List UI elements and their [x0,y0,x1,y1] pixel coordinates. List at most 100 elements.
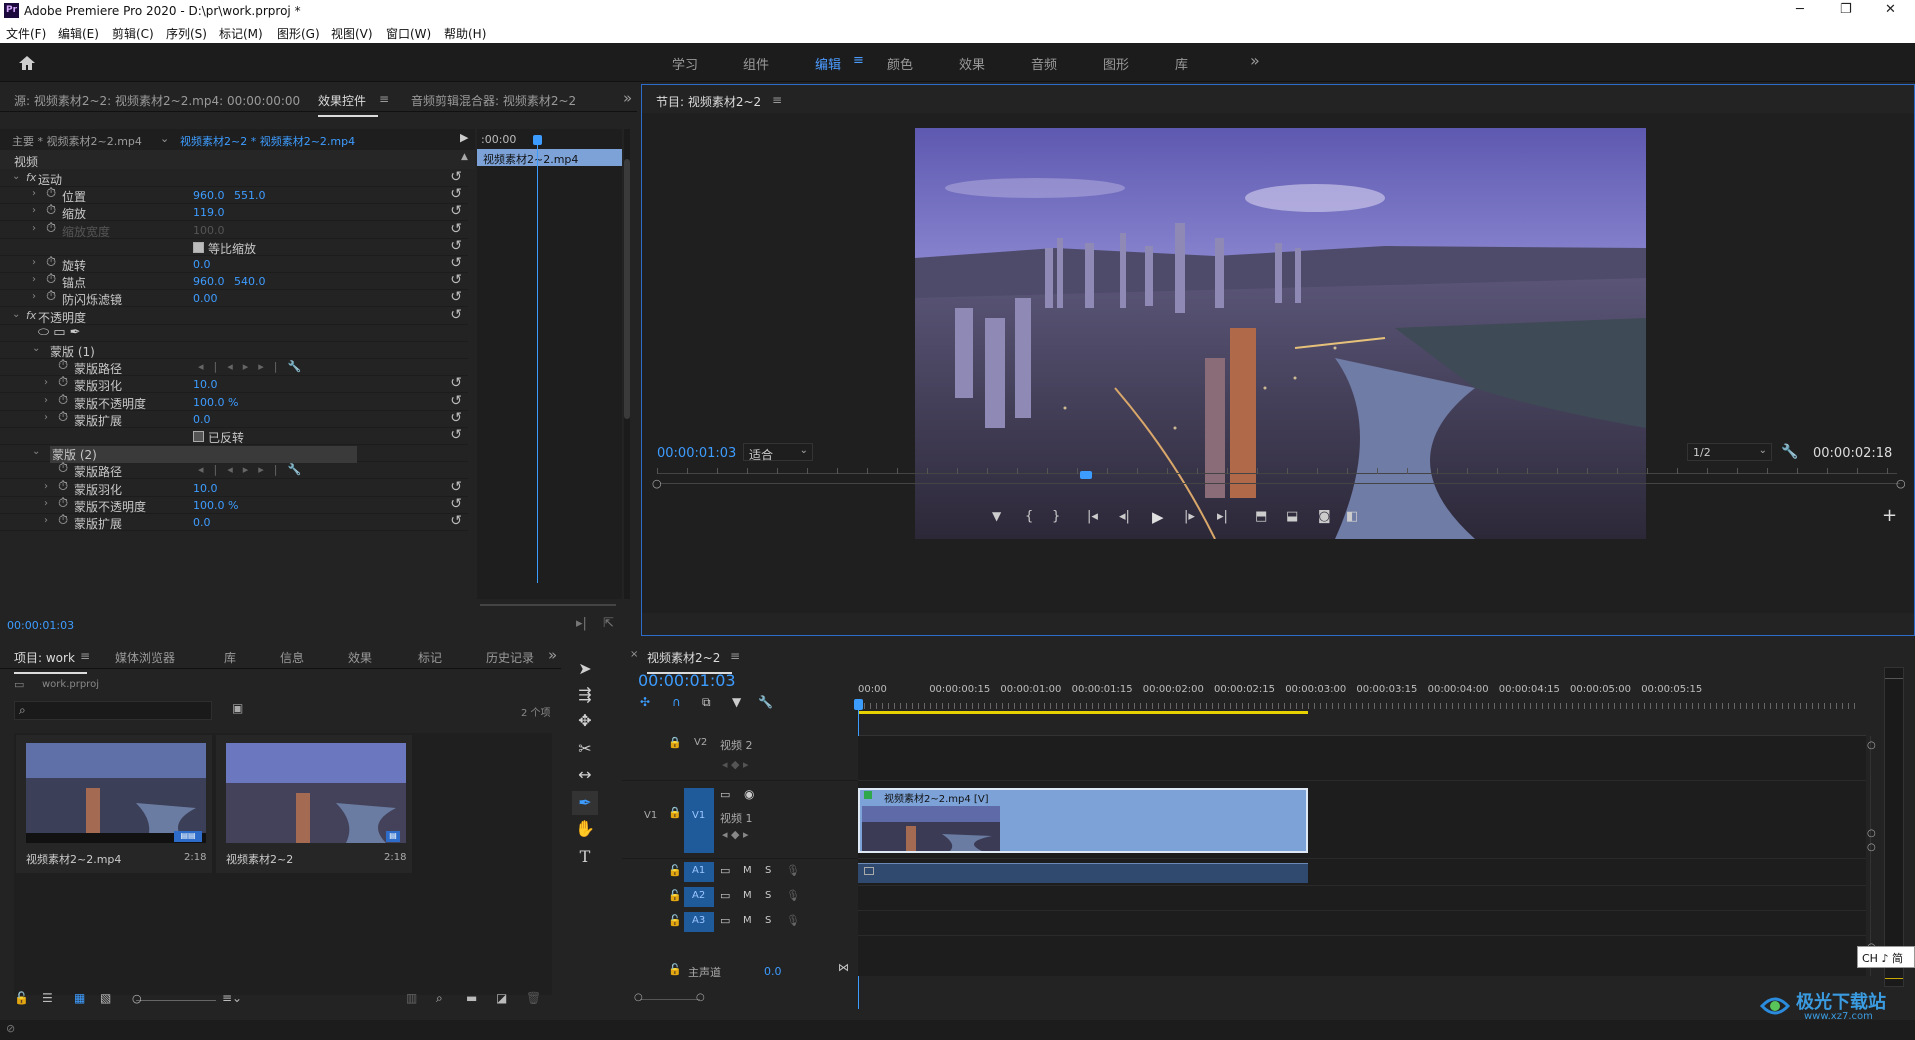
sort-icon[interactable]: ≡⌄ [222,991,242,1005]
effect-property-row[interactable]: ⬭ ▭ ✒ [0,325,468,342]
tab-audio-clip-mixer[interactable]: 音频剪辑混合器: 视频素材2~2 [411,92,576,109]
program-current-timecode[interactable]: 00:00:01:03 [657,446,736,461]
effect-property-row[interactable]: ⏱ 蒙版路径 ◂|◂▸▸|🔧 [0,461,468,480]
timeline-horizontal-scroll[interactable] [640,999,700,1000]
workspace-editing[interactable]: 编辑 [815,54,841,73]
effect-property-row[interactable]: › ⏱ 蒙版羽化 10.0 ↺ [0,479,468,497]
type-tool-icon[interactable]: T [572,845,598,869]
tab-menu-icon[interactable]: ≡ [379,92,389,106]
new-bin-icon[interactable]: ▣ [232,701,243,715]
menu-sequence[interactable]: 序列(S) [166,25,207,42]
project-item[interactable]: ▤ 视频素材2~2 2:18 [216,735,412,873]
work-area-bar[interactable] [858,711,1308,714]
eye-icon[interactable]: ◉ [744,787,754,801]
resolution-dropdown[interactable]: 1/2 ⌄ [1687,443,1772,461]
toggle-sync-icon[interactable]: ▭ [720,889,730,902]
freeform-view-icon[interactable]: ▧ [100,991,111,1005]
add-button-icon[interactable]: + [1882,505,1897,526]
effect-property-row[interactable]: › ⏱ 蒙版不透明度 100.0 % ↺ [0,496,468,514]
effect-value[interactable]: 960.0 [193,189,225,202]
workspace-assembly[interactable]: 组件 [743,54,769,73]
mark-out-icon[interactable]: } [1052,509,1060,524]
twirl-icon[interactable]: ⌄ [32,343,40,354]
reset-icon[interactable]: ↺ [450,479,462,495]
master-clip-label[interactable]: 主要 * 视频素材2~2.mp4 [12,133,142,149]
effect-property-row[interactable]: ⏱ 蒙版路径 ◂|◂▸▸|🔧 [0,358,468,377]
twirl-icon[interactable]: › [32,291,36,302]
program-ruler[interactable] [657,468,1897,481]
twirl-icon[interactable]: ⌄ [12,309,20,320]
sequence-clip-label[interactable]: 视频素材2~2 * 视频素材2~2.mp4 [180,133,355,149]
selection-tool-icon[interactable]: ➤ [572,657,598,681]
ime-indicator[interactable]: CH ♪ 简 [1857,946,1915,968]
audio-track-target[interactable]: A1 [684,862,714,882]
reset-icon[interactable]: ↺ [450,375,462,391]
razor-tool-icon[interactable]: ✂ [572,737,598,761]
reset-icon[interactable]: ↺ [450,496,462,512]
workspace-libraries[interactable]: 库 [1175,54,1188,73]
stopwatch-icon[interactable]: ⏱ [58,513,68,528]
effect-property-row[interactable]: › ⏱ 缩放 119.0 ↺ [0,203,468,222]
thumbnail-size-slider[interactable] [136,1000,216,1001]
twirl-icon[interactable]: › [32,223,36,234]
effect-timecode[interactable]: 00:00:01:03 [7,619,74,632]
workspace-graphics[interactable]: 图形 [1103,54,1129,73]
effect-property-row[interactable]: › ⏱ 蒙版扩展 0.0 ↺ [0,410,468,428]
stopwatch-icon[interactable]: ⏱ [58,375,68,390]
mask-path-controls-icon[interactable]: ◂|◂▸▸|🔧 [198,360,311,373]
effect-property-row[interactable]: › ⏱ 蒙版扩展 0.0 ↺ [0,513,468,531]
workspace-more-icon[interactable]: » [1250,51,1260,70]
effect-property-row[interactable]: 已反转 ↺ [0,427,468,445]
effect-value[interactable]: 0.00 [193,292,218,305]
menu-edit[interactable]: 编辑(E) [58,25,99,42]
new-item-icon[interactable]: ◪ [496,991,507,1005]
effect-scrollbar[interactable] [624,129,630,599]
panel-more-icon[interactable]: » [623,89,632,107]
lock-icon[interactable]: 🔓 [668,864,682,877]
timeline-timecode[interactable]: 00:00:01:03 [638,671,736,690]
tab-source[interactable]: 源: 视频素材2~2: 视频素材2~2.mp4: 00:00:00:00 [14,92,300,109]
stopwatch-icon[interactable]: ⏱ [46,272,56,287]
effect-property-row[interactable]: › ⏱ 防闪烁滤镜 0.00 ↺ [0,289,468,308]
compare-icon[interactable]: ◧ [1346,509,1358,524]
delete-icon[interactable]: 🗑 [526,991,541,1005]
sequence-menu-icon[interactable]: ≡ [730,649,740,663]
close-button[interactable]: ✕ [1885,2,1896,17]
restore-button[interactable]: ❐ [1840,2,1852,17]
mini-clip-bar[interactable]: 视频素材2~2.mp4 [477,149,622,166]
track-v1-target[interactable]: V1 [684,788,714,853]
toggle-sync-icon[interactable]: ▭ [720,914,730,927]
microphone-icon[interactable]: 🎙 [786,889,800,902]
chevron-down-icon[interactable]: ⌄ [160,132,169,145]
effect-property-row[interactable]: › ⏱ 锚点 960.0 540.0 ↺ [0,272,468,291]
effect-property-row[interactable]: › ⏱ 缩放宽度 100.0 ↺ [0,221,468,239]
effect-value[interactable]: 551.0 [234,189,266,202]
twirl-icon[interactable]: › [44,377,48,388]
tab-markers[interactable]: 标记 [418,649,442,666]
menu-file[interactable]: 文件(F) [6,25,46,42]
close-sequence-icon[interactable]: × [630,649,638,660]
project-item[interactable]: ▤▤ 视频素材2~2.mp4 2:18 [16,735,212,873]
menu-marker[interactable]: 标记(M) [219,25,263,42]
stopwatch-icon[interactable]: ⏱ [46,255,56,270]
program-zoom-bar[interactable] [660,483,1900,484]
reset-icon[interactable]: ↺ [450,513,462,529]
expand-arrow-icon[interactable]: ▶ [460,131,468,144]
microphone-icon[interactable]: 🎙 [786,914,800,927]
effect-property-row[interactable]: ⌄ 蒙版 (1) [0,342,468,359]
source-v1-label[interactable]: V1 [644,810,657,821]
mask-shape-tools-icon[interactable]: ⬭ ▭ ✒ [38,325,81,340]
list-view-icon[interactable]: ☰ [42,991,53,1005]
stopwatch-icon[interactable]: ⏱ [58,496,68,511]
stopwatch-icon[interactable]: ⏱ [46,221,56,236]
keyframe-nav-icon[interactable]: ◂ ◆ ▸ [722,828,749,841]
effect-property-row[interactable]: ⌄ fx 运动 ↺ [0,169,468,187]
twirl-icon[interactable]: › [44,498,48,509]
fit-dropdown[interactable]: 适合 ⌄ [743,443,813,462]
mark-in-icon[interactable]: { [1025,509,1033,524]
reset-icon[interactable]: ↺ [450,203,462,219]
fx-badge-icon[interactable]: fx [26,309,36,322]
tab-project[interactable]: 项目: work [14,649,87,674]
lock-icon[interactable]: 🔓 [14,991,29,1005]
zoom-slider[interactable] [480,604,616,606]
